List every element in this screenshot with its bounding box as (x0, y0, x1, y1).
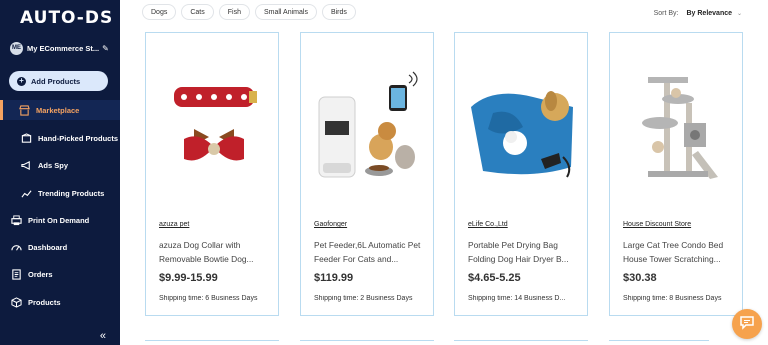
add-products-label: Add Products (31, 76, 81, 86)
product-card-next-row (145, 340, 279, 345)
product-card[interactable]: House Discount Store Large Cat Tree Cond… (609, 32, 743, 316)
filter-chip-birds[interactable]: Birds (321, 4, 356, 20)
product-vendor[interactable]: House Discount Store (623, 221, 691, 228)
shipping-time: Shipping time: 2 Business Days (314, 295, 413, 302)
sidebar-item-label: Orders (28, 269, 53, 279)
sort-value: By Relevance (686, 10, 733, 17)
box-icon (20, 132, 32, 144)
product-price: $30.38 (623, 272, 657, 284)
sidebar: AUTO-DS ME My ECommerce St... ✎ + Add Pr… (0, 0, 120, 345)
product-image (154, 67, 271, 183)
trend-icon (20, 187, 32, 199)
shop-icon (18, 104, 30, 116)
sidebar-item-hand-picked[interactable]: Hand-Picked Products (0, 128, 120, 148)
sidebar-item-label: Hand-Picked Products (38, 133, 119, 143)
product-image (618, 67, 735, 183)
sort-label: Sort By: (653, 10, 679, 17)
filter-chip-fish[interactable]: Fish (218, 4, 250, 20)
add-products-button[interactable]: + Add Products (9, 71, 108, 91)
chat-icon (739, 314, 755, 335)
product-card[interactable]: eLife Co.,Ltd Portable Pet Drying Bag Fo… (454, 32, 588, 316)
sidebar-item-print-on-demand[interactable]: Print On Demand (0, 210, 120, 230)
product-vendor[interactable]: eLife Co.,Ltd (468, 221, 508, 228)
product-title: Portable Pet Drying Bag Folding Dog Hair… (468, 240, 569, 264)
chevron-down-icon: ⌄ (736, 11, 742, 17)
product-card[interactable]: Gaofonger Pet Feeder,6L Automatic Pet Fe… (300, 32, 434, 316)
sidebar-item-orders[interactable]: Orders (0, 264, 120, 284)
product-image (309, 67, 426, 183)
shipping-time: Shipping time: 6 Business Days (159, 295, 258, 302)
shipping-time: Shipping time: 14 Business D... (468, 295, 566, 302)
active-indicator (0, 100, 3, 120)
sidebar-item-label: Products (28, 297, 61, 307)
sidebar-item-label: Print On Demand (28, 215, 90, 225)
pencil-icon[interactable]: ✎ (102, 44, 109, 53)
shipping-time: Shipping time: 8 Business Days (623, 295, 722, 302)
sidebar-item-label: Ads Spy (38, 160, 69, 170)
product-vendor[interactable]: Gaofonger (314, 221, 347, 228)
collapse-sidebar-button[interactable]: « (100, 330, 106, 342)
product-card[interactable]: azuza pet azuza Dog Collar with Removabl… (145, 32, 279, 316)
filter-chip-dogs[interactable]: Dogs (142, 4, 177, 20)
sidebar-item-ads-spy[interactable]: Ads Spy (0, 155, 120, 175)
category-filters: Dogs Cats Fish Small Animals Birds (142, 4, 356, 20)
cube-icon (10, 296, 22, 308)
store-name: My ECommerce St... (27, 43, 100, 53)
sort-control: Sort By: By Relevance ⌄ (654, 10, 742, 17)
chat-button[interactable] (732, 309, 762, 339)
sidebar-item-dashboard[interactable]: Dashboard (0, 237, 120, 257)
store-selector[interactable]: ME My ECommerce St... ✎ (10, 40, 114, 56)
product-vendor[interactable]: azuza pet (159, 221, 189, 228)
sidebar-item-label: Trending Products (38, 188, 105, 198)
app: AUTO-DS ME My ECommerce St... ✎ + Add Pr… (0, 0, 768, 345)
sidebar-item-trending[interactable]: Trending Products (0, 183, 120, 203)
gauge-icon (10, 241, 22, 253)
megaphone-icon (20, 159, 32, 171)
plus-icon: + (17, 76, 26, 86)
store-avatar: ME (10, 41, 23, 55)
orders-icon (10, 268, 22, 280)
product-card-next-row (300, 340, 434, 345)
product-price: $9.99-15.99 (159, 272, 218, 284)
product-price: $119.99 (314, 272, 354, 284)
logo: AUTO-DS (20, 8, 114, 28)
main-content: Dogs Cats Fish Small Animals Birds Sort … (120, 0, 768, 345)
filter-chip-small-animals[interactable]: Small Animals (254, 4, 317, 20)
product-image (463, 67, 580, 183)
product-card-next-row (609, 340, 709, 345)
product-card-next-row (454, 340, 588, 345)
product-title: Large Cat Tree Condo Bed House Tower Scr… (623, 240, 724, 264)
product-title: Pet Feeder,6L Automatic Pet Feeder For C… (314, 240, 421, 264)
product-price: $4.65-5.25 (468, 272, 521, 284)
sidebar-item-products[interactable]: Products (0, 292, 120, 312)
sidebar-item-label: Marketplace (36, 105, 80, 115)
product-title: azuza Dog Collar with Removable Bowtie D… (159, 240, 254, 264)
printer-icon (10, 214, 22, 226)
sidebar-item-marketplace[interactable]: Marketplace (0, 100, 120, 120)
sidebar-item-label: Dashboard (28, 242, 68, 252)
sort-dropdown[interactable]: By Relevance ⌄ (686, 10, 742, 17)
filter-chip-cats[interactable]: Cats (181, 4, 214, 20)
